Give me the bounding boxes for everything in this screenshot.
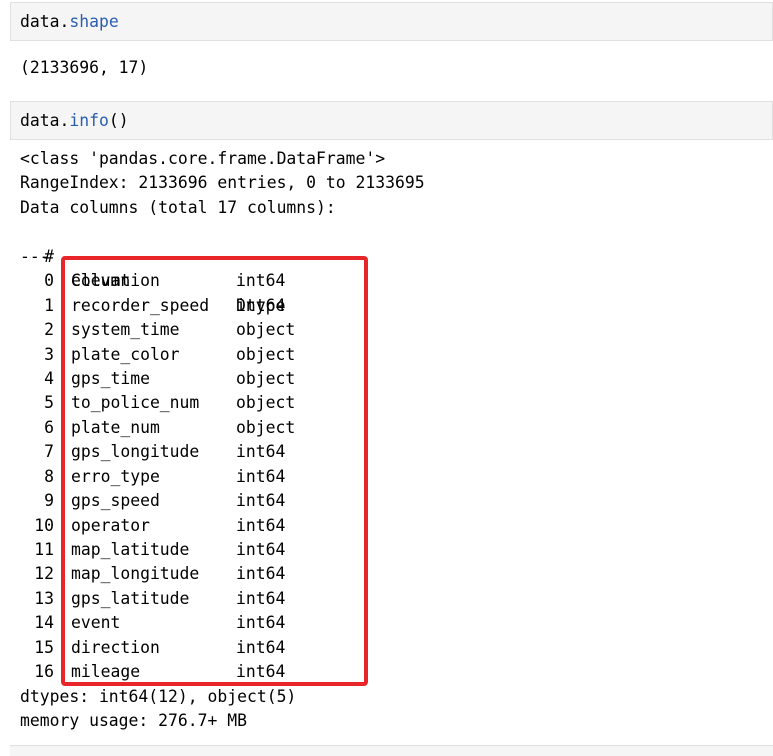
row-index: 13 (34, 588, 54, 608)
code-cell-shape[interactable]: data.shape (10, 2, 773, 41)
code-dot: . (59, 12, 70, 31)
row-dtype: int64 (236, 662, 286, 682)
row-dtype: int64 (236, 442, 286, 462)
row-index: 3 (44, 344, 54, 364)
code-text: data.shape (20, 12, 119, 32)
row-dtype: int64 (236, 515, 286, 535)
row-index: 5 (44, 393, 54, 413)
row-column-name: event (71, 613, 121, 633)
row-index: 12 (34, 564, 54, 584)
info-output: <class 'pandas.core.frame.DataFrame'> Ra… (20, 147, 425, 734)
row-column-name: gps_latitude (71, 588, 190, 608)
info-header-row: # Column Dtype (20, 220, 425, 315)
row-dtype: object (236, 344, 296, 364)
row-dtype: int64 (236, 466, 286, 486)
info-row: 7 gps_longitude int64 (20, 440, 425, 464)
info-row: 1 recorder_speed int64 (20, 294, 425, 318)
row-column-name: plate_num (71, 417, 160, 437)
info-row: 5 to_police_num object (20, 391, 425, 415)
class-line: <class 'pandas.core.frame.DataFrame'> (20, 149, 386, 168)
code-dot: . (59, 111, 70, 130)
row-index: 11 (34, 540, 54, 559)
row-index: 2 (44, 320, 54, 340)
code-attr: shape (69, 12, 119, 31)
info-row: 16 mileage int64 (20, 660, 425, 684)
row-index: 16 (34, 662, 54, 682)
code-suffix: () (108, 111, 129, 130)
row-index: 4 (44, 368, 54, 388)
separator-line: --- (20, 246, 50, 266)
row-index: 10 (34, 515, 54, 535)
info-row: 9 gps_speed int64 (20, 489, 425, 513)
code-text: data.info() (20, 111, 129, 131)
row-column-name: gps_longitude (71, 442, 200, 462)
info-row: 14 event int64 (20, 611, 425, 635)
code-cell-info[interactable]: data.info() (10, 101, 773, 140)
code-var: data (20, 12, 60, 31)
shape-output: (2133696, 17) (20, 58, 149, 77)
row-dtype: int64 (236, 637, 286, 657)
row-dtype: int64 (236, 491, 286, 511)
row-dtype: int64 (236, 564, 286, 584)
row-index: 0 (44, 271, 54, 291)
code-var: data (20, 111, 60, 130)
row-dtype: object (236, 368, 296, 388)
row-column-name: plate_color (71, 344, 180, 364)
dtypes-line: dtypes: int64(12), object(5) (20, 686, 297, 706)
row-index: 15 (34, 637, 54, 657)
info-row: 15 direction int64 (20, 636, 425, 660)
row-dtype: int64 (236, 588, 286, 608)
range-index-line: RangeIndex: 2133696 entries, 0 to 213369… (20, 173, 425, 193)
row-column-name: gps_time (71, 368, 150, 388)
row-index: 6 (44, 417, 54, 437)
row-column-name: system_time (71, 320, 180, 340)
row-dtype: int64 (236, 613, 286, 633)
row-index: 9 (44, 491, 54, 511)
row-column-name: to_police_num (71, 393, 200, 413)
info-row: 3 plate_color object (20, 343, 425, 367)
row-column-name: mileage (71, 662, 141, 682)
info-rows: 0 elevation int64 1 recorder_speed int64 2 syst… (20, 269, 425, 684)
row-column-name: gps_speed (71, 491, 160, 511)
memory-usage-line: memory usage: 276.7+ MB (20, 711, 247, 731)
row-index: 7 (44, 442, 54, 462)
row-column-name: operator (71, 515, 150, 535)
info-row: 11 map_latitude int64 (20, 538, 425, 562)
row-column-name: erro_type (71, 466, 160, 486)
row-index: 8 (44, 466, 54, 486)
row-dtype: int64 (236, 271, 286, 291)
info-row: 2 system_time object (20, 318, 425, 342)
row-index: 14 (34, 613, 54, 633)
row-column-name: recorder_speed (71, 295, 210, 315)
info-row: 4 gps_time object (20, 367, 425, 391)
info-row: 13 gps_latitude int64 (20, 587, 425, 611)
code-attr: info (69, 111, 109, 130)
info-row: 12 map_longitude int64 (20, 562, 425, 586)
row-column-name: elevation (71, 271, 160, 291)
info-row: 6 plate_num object (20, 416, 425, 440)
row-column-name: direction (71, 637, 160, 657)
row-column-name: map_latitude (71, 540, 190, 559)
row-dtype: object (236, 417, 296, 437)
data-columns-line: Data columns (total 17 columns): (20, 197, 336, 217)
row-index: 1 (44, 295, 54, 315)
info-row: 10 operator int64 (20, 514, 425, 538)
row-dtype: int64 (236, 540, 286, 559)
row-dtype: object (236, 320, 296, 340)
row-dtype: object (236, 393, 296, 413)
info-row: 0 elevation int64 (20, 269, 425, 293)
row-dtype: int64 (236, 295, 286, 315)
row-column-name: map_longitude (71, 564, 200, 584)
info-row: 8 erro_type int64 (20, 465, 425, 489)
